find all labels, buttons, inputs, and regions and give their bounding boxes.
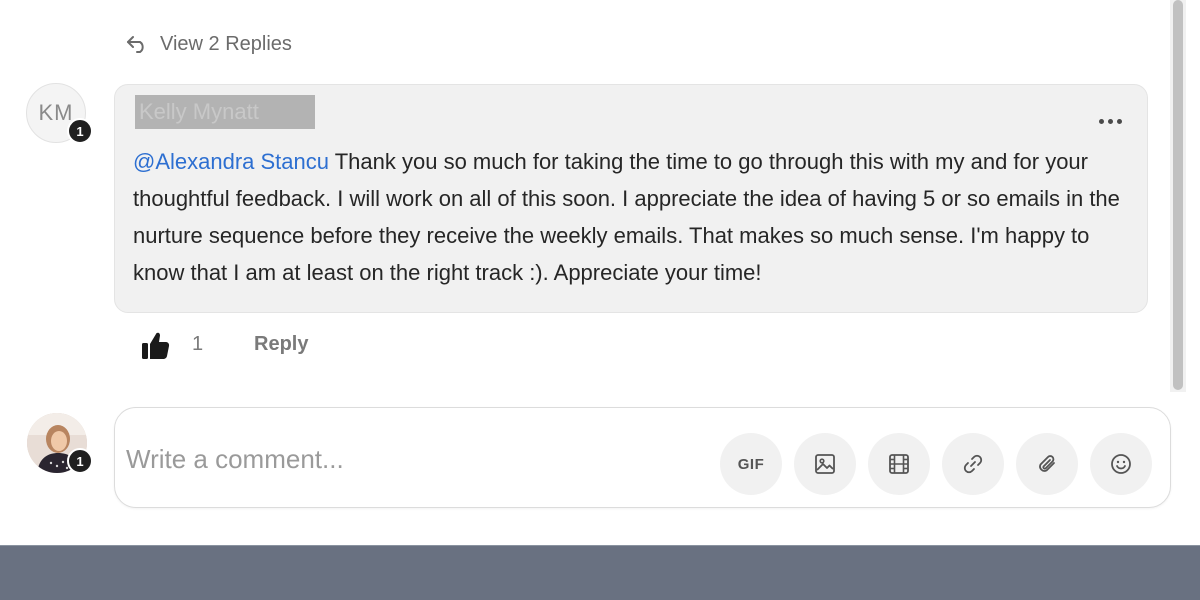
link-button[interactable] — [942, 433, 1004, 495]
emoji-icon — [1111, 454, 1131, 474]
image-icon — [815, 454, 835, 474]
reply-arrow-icon — [127, 36, 144, 53]
comment-input[interactable] — [126, 440, 686, 478]
footer-band — [0, 545, 1200, 600]
mention-link[interactable]: @Alexandra Stancu — [133, 149, 329, 174]
author-name-redacted: Kelly Mynatt — [135, 95, 315, 129]
reply-button[interactable]: Reply — [254, 333, 308, 356]
comments-panel: View 2 Replies KM 1 Kelly Mynatt @Alexan… — [0, 0, 1200, 545]
like-count: 1 — [192, 333, 204, 355]
video-button[interactable] — [868, 433, 930, 495]
author-initials: KM — [38, 100, 74, 125]
scrollbar-thumb[interactable] — [1173, 0, 1183, 390]
current-user-level-badge: 1 — [67, 448, 93, 474]
more-options-button[interactable] — [1094, 108, 1126, 134]
more-horizontal-icon-dot — [1107, 118, 1113, 124]
attachment-icon — [1039, 455, 1055, 472]
author-level-badge: 1 — [67, 118, 93, 144]
more-horizontal-icon-dot — [1116, 118, 1122, 124]
link-icon — [963, 454, 983, 474]
gif-button[interactable]: GIF — [720, 433, 782, 495]
page: View 2 Replies KM 1 Kelly Mynatt @Alexan… — [0, 0, 1200, 600]
like-button[interactable] — [140, 330, 170, 362]
more-horizontal-icon — [1098, 118, 1104, 124]
comment-body: @Alexandra Stancu Thank you so much for … — [133, 143, 1138, 291]
view-replies-link[interactable]: View 2 Replies — [126, 30, 292, 58]
emoji-button[interactable] — [1090, 433, 1152, 495]
view-replies-label: View 2 Replies — [160, 32, 292, 55]
thumbs-up-icon — [142, 332, 170, 359]
video-icon — [889, 454, 909, 474]
image-button[interactable] — [794, 433, 856, 495]
gif-icon: GIF — [737, 455, 765, 473]
attachment-button[interactable] — [1016, 433, 1078, 495]
